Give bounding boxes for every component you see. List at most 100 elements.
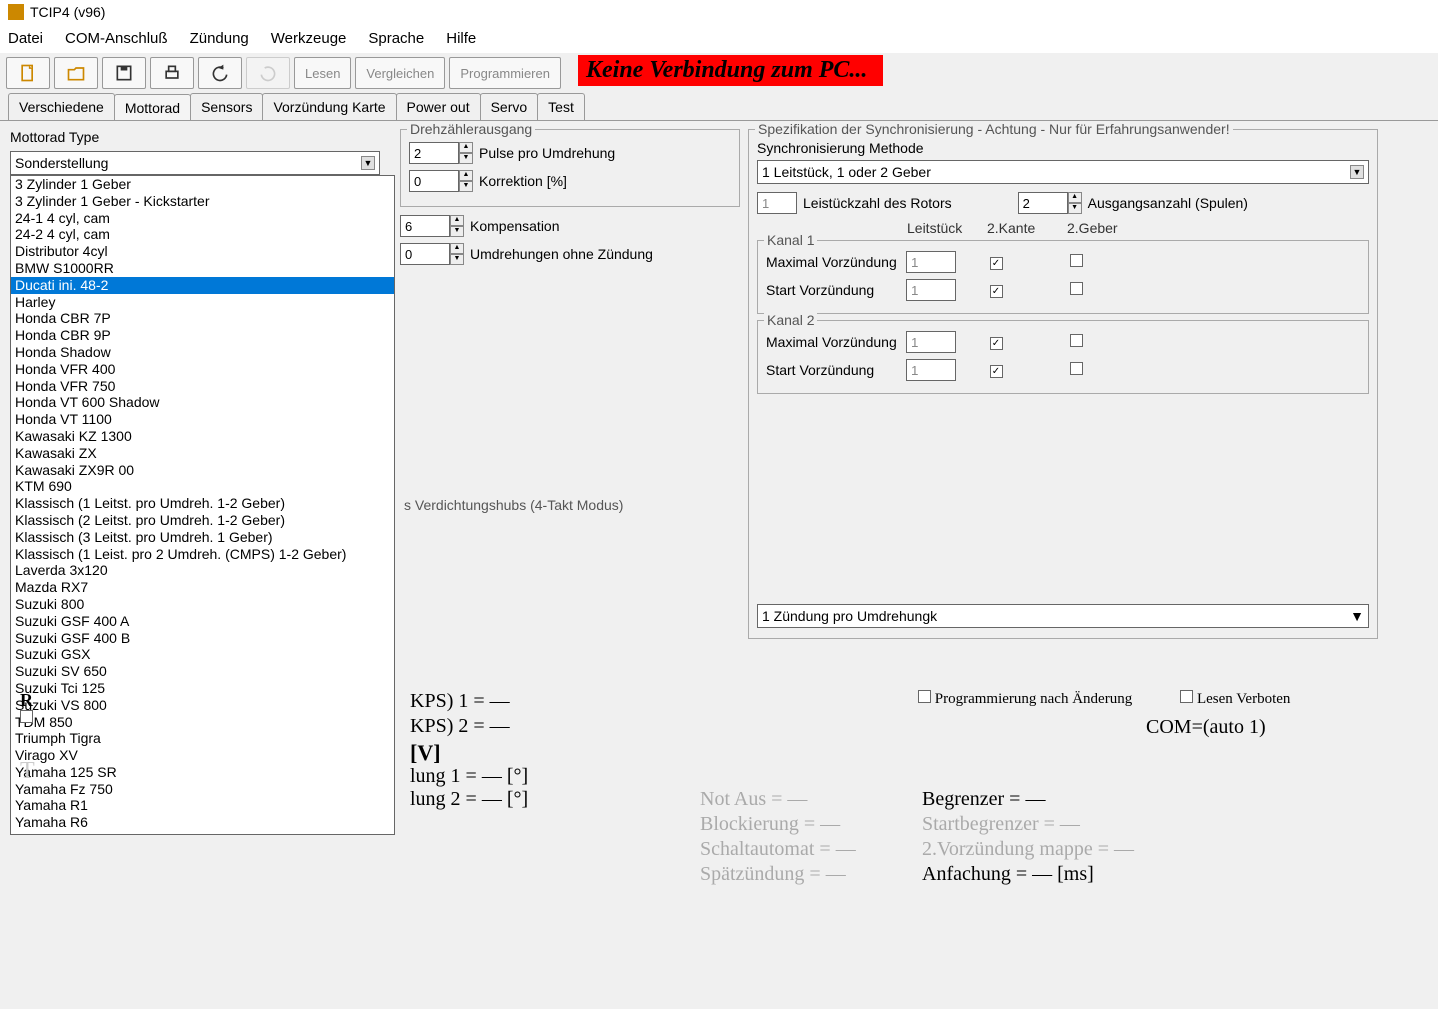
list-item[interactable]: 3 Zylinder 1 Geber - Kickstarter xyxy=(11,193,394,210)
tab-test[interactable]: Test xyxy=(537,93,585,120)
prog-checkbox[interactable] xyxy=(918,690,931,703)
list-item[interactable]: Laverda 3x120 xyxy=(11,562,394,579)
programmieren-button[interactable]: Programmieren xyxy=(449,57,561,89)
list-item[interactable]: 24-1 4 cyl, cam xyxy=(11,210,394,227)
zundung-select[interactable]: 1 Zündung pro Umdrehungk ▼ xyxy=(757,604,1369,628)
k2-max-2kante-checkbox[interactable]: ✓ xyxy=(990,337,1003,350)
k2-max-input[interactable] xyxy=(906,331,956,353)
list-item[interactable]: Suzuki Tci 125 xyxy=(11,680,394,697)
list-item[interactable]: Honda VT 1100 xyxy=(11,411,394,428)
rotor-input[interactable] xyxy=(757,192,797,214)
k2-start-input[interactable] xyxy=(906,359,956,381)
tab-mottorad[interactable]: Mottorad xyxy=(114,94,191,121)
list-item[interactable]: Kawasaki ZX xyxy=(11,445,394,462)
list-item[interactable]: Honda CBR 9P xyxy=(11,327,394,344)
list-item[interactable]: Klassisch (3 Leitst. pro Umdreh. 1 Geber… xyxy=(11,529,394,546)
list-item[interactable]: Yamaha 125 SR xyxy=(11,764,394,781)
menu-sprache[interactable]: Sprache xyxy=(368,30,424,47)
menu-com[interactable]: COM-Anschluß xyxy=(65,30,168,47)
list-item[interactable]: Distributor 4cyl xyxy=(11,243,394,260)
ausgang-spinner[interactable]: ▲▼ xyxy=(1018,192,1082,214)
new-button[interactable] xyxy=(6,57,50,89)
list-item[interactable]: Klassisch (1 Leitst. pro Umdreh. 1-2 Geb… xyxy=(11,495,394,512)
list-item[interactable]: Kawasaki KZ 1300 xyxy=(11,428,394,445)
list-item[interactable]: Kawasaki ZX9R 00 xyxy=(11,462,394,479)
list-item[interactable]: Virago XV xyxy=(11,747,394,764)
list-item[interactable]: Suzuki VS 800 xyxy=(11,697,394,714)
komp-spinner[interactable]: ▲▼ xyxy=(400,215,464,237)
list-item[interactable]: Suzuki SV 650 xyxy=(11,663,394,680)
k1-max-2kante-checkbox[interactable]: ✓ xyxy=(990,257,1003,270)
korr-spinner[interactable]: ▲▼ xyxy=(409,170,473,192)
list-item[interactable]: BMW S1000RR xyxy=(11,260,394,277)
k1-start-input[interactable] xyxy=(906,279,956,301)
pulse-spinner[interactable]: ▲▼ xyxy=(409,142,473,164)
menu-zundung[interactable]: Zündung xyxy=(190,30,249,47)
k1-start-2kante-checkbox[interactable]: ✓ xyxy=(990,285,1003,298)
pulse-input[interactable] xyxy=(409,142,459,164)
komp-input[interactable] xyxy=(400,215,450,237)
list-item[interactable]: 3 Zylinder 1 Geber xyxy=(11,176,394,193)
k2-start-2geber-checkbox[interactable] xyxy=(1070,362,1083,375)
list-item[interactable]: Klassisch (2 Leitst. pro Umdreh. 1-2 Geb… xyxy=(11,512,394,529)
lesen-checkbox[interactable] xyxy=(1180,690,1193,703)
tab-verschiedene[interactable]: Verschiedene xyxy=(8,93,115,120)
t-label: T xyxy=(20,758,35,785)
lesen-button[interactable]: Lesen xyxy=(294,57,351,89)
tab-servo[interactable]: Servo xyxy=(480,93,539,120)
sync-method-select[interactable]: 1 Leitstück, 1 oder 2 Geber ▼ xyxy=(757,160,1369,184)
menu-werkzeuge[interactable]: Werkzeuge xyxy=(271,30,347,47)
redo-button[interactable] xyxy=(246,57,290,89)
ausgang-input[interactable] xyxy=(1018,192,1068,214)
list-item[interactable]: Suzuki 800 xyxy=(11,596,394,613)
k1-max-input[interactable] xyxy=(906,251,956,273)
anf-text: Anfachung = — [ms] xyxy=(922,863,1094,886)
kanal2-title: Kanal 2 xyxy=(764,312,817,328)
list-item[interactable]: TDM 850 xyxy=(11,714,394,731)
type-listbox[interactable]: 3 Zylinder 1 Geber3 Zylinder 1 Geber - K… xyxy=(10,175,395,835)
list-item[interactable]: 24-2 4 cyl, cam xyxy=(11,226,394,243)
list-item[interactable]: Yamaha R1 xyxy=(11,797,394,814)
korr-input[interactable] xyxy=(409,170,459,192)
list-item[interactable]: Harley xyxy=(11,294,394,311)
list-item[interactable]: Suzuki GSF 400 B xyxy=(11,630,394,647)
print-button[interactable] xyxy=(150,57,194,89)
lung1-text: lung 1 = — [°] xyxy=(410,765,528,788)
save-button[interactable] xyxy=(102,57,146,89)
k1-start-2geber-checkbox[interactable] xyxy=(1070,282,1083,295)
list-item[interactable]: Yamaha Fz 750 xyxy=(11,781,394,798)
list-item[interactable]: Yamaha XT600E xyxy=(11,831,394,835)
open-button[interactable] xyxy=(54,57,98,89)
mottorad-type-combo[interactable]: Sonderstellung ▼ xyxy=(10,151,380,175)
k2-start-2kante-checkbox[interactable]: ✓ xyxy=(990,365,1003,378)
tab-sensors[interactable]: Sensors xyxy=(190,93,263,120)
r-checkbox[interactable] xyxy=(20,710,33,723)
chevron-down-icon: ▼ xyxy=(361,156,375,170)
menu-hilfe[interactable]: Hilfe xyxy=(446,30,476,47)
k1-max-2geber-checkbox[interactable] xyxy=(1070,254,1083,267)
list-item[interactable]: Honda VT 600 Shadow xyxy=(11,394,394,411)
prog-label: Programmierung nach Änderung xyxy=(935,691,1132,707)
list-item[interactable]: Honda Shadow xyxy=(11,344,394,361)
list-item[interactable]: Mazda RX7 xyxy=(11,579,394,596)
list-item[interactable]: Ducati ini. 48-2 xyxy=(11,277,394,294)
tab-powerout[interactable]: Power out xyxy=(396,93,481,120)
list-item[interactable]: Klassisch (1 Leist. pro 2 Umdreh. (CMPS)… xyxy=(11,546,394,563)
menu-datei[interactable]: Datei xyxy=(8,30,43,47)
list-item[interactable]: Honda VFR 750 xyxy=(11,378,394,395)
startb-text: Startbegrenzer = — xyxy=(922,813,1080,836)
k2-max-2geber-checkbox[interactable] xyxy=(1070,334,1083,347)
list-item[interactable]: Honda VFR 400 xyxy=(11,361,394,378)
umdr-input[interactable] xyxy=(400,243,450,265)
list-item[interactable]: Honda CBR 7P xyxy=(11,310,394,327)
tab-vorzundung[interactable]: Vorzündung Karte xyxy=(262,93,396,120)
list-item[interactable]: Suzuki GSX xyxy=(11,646,394,663)
umdr-spinner[interactable]: ▲▼ xyxy=(400,243,464,265)
list-item[interactable]: KTM 690 xyxy=(11,478,394,495)
list-item[interactable]: Suzuki GSF 400 A xyxy=(11,613,394,630)
list-item[interactable]: Yamaha R6 xyxy=(11,814,394,831)
redo-icon xyxy=(258,63,278,83)
list-item[interactable]: Triumph Tigra xyxy=(11,730,394,747)
vergleichen-button[interactable]: Vergleichen xyxy=(355,57,445,89)
undo-button[interactable] xyxy=(198,57,242,89)
